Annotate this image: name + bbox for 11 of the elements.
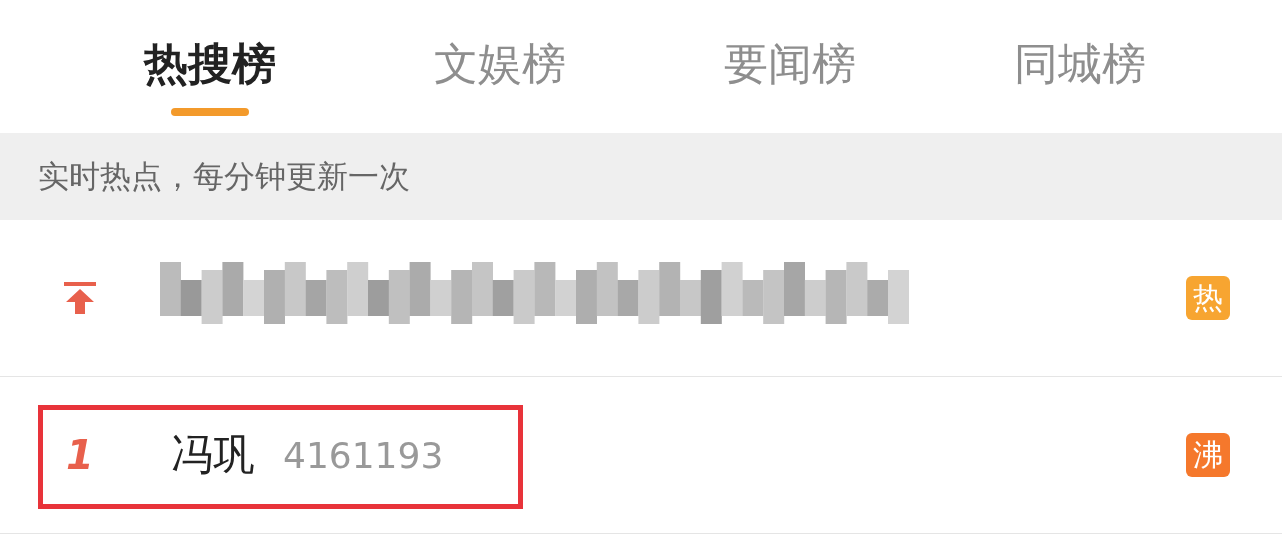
pin-top-icon [62,280,98,316]
tab[interactable]: 热搜榜 [144,36,276,92]
rank-number: 1 [65,432,95,478]
tab[interactable]: 同城榜 [1014,36,1146,92]
tag-badge: 沸 [1186,433,1230,477]
tab[interactable]: 要闻榜 [724,36,856,92]
tab[interactable]: 文娱榜 [434,36,566,92]
heat-count: 4161193 [283,434,444,476]
tag-badge: 热 [1186,276,1230,320]
notice-text: 实时热点，每分钟更新一次 [38,156,410,196]
topic-title[interactable]: 冯巩 [171,427,255,483]
